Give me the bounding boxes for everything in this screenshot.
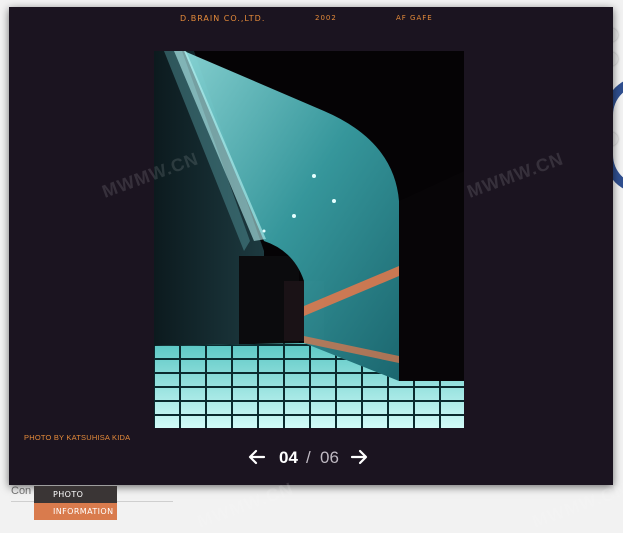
- total-page-count: 06: [320, 448, 339, 467]
- project-photo: [154, 51, 464, 428]
- lightbox-header: D.BRAIN CO.,LTD. 2002 AF GAFE: [9, 14, 613, 26]
- photo-credit: PHOTO BY KATSUHISA KIDA: [24, 433, 131, 442]
- corridor-photo-illustration: [154, 51, 464, 428]
- page-separator: /: [306, 448, 311, 467]
- background-sub-nav: PHOTO INFORMATION: [34, 486, 117, 520]
- project-year: 2002: [315, 14, 337, 22]
- photo-lightbox: D.BRAIN CO.,LTD. 2002 AF GAFE PHOTO BY K…: [9, 7, 613, 485]
- photo-pager: 04 / 06: [9, 446, 613, 470]
- background-partial-text: Con: [11, 485, 32, 497]
- arrow-right-icon[interactable]: [348, 446, 370, 468]
- company-name: D.BRAIN CO.,LTD.: [180, 14, 266, 23]
- nav-item-information[interactable]: INFORMATION: [34, 503, 117, 520]
- project-name: AF GAFE: [396, 14, 433, 22]
- arrow-left-icon[interactable]: [246, 446, 268, 468]
- current-page-number: 04: [279, 448, 298, 467]
- nav-item-photo[interactable]: PHOTO: [34, 486, 117, 503]
- watermark: MWMW.CN: [194, 478, 297, 532]
- watermark: MWMW.CN: [529, 478, 623, 532]
